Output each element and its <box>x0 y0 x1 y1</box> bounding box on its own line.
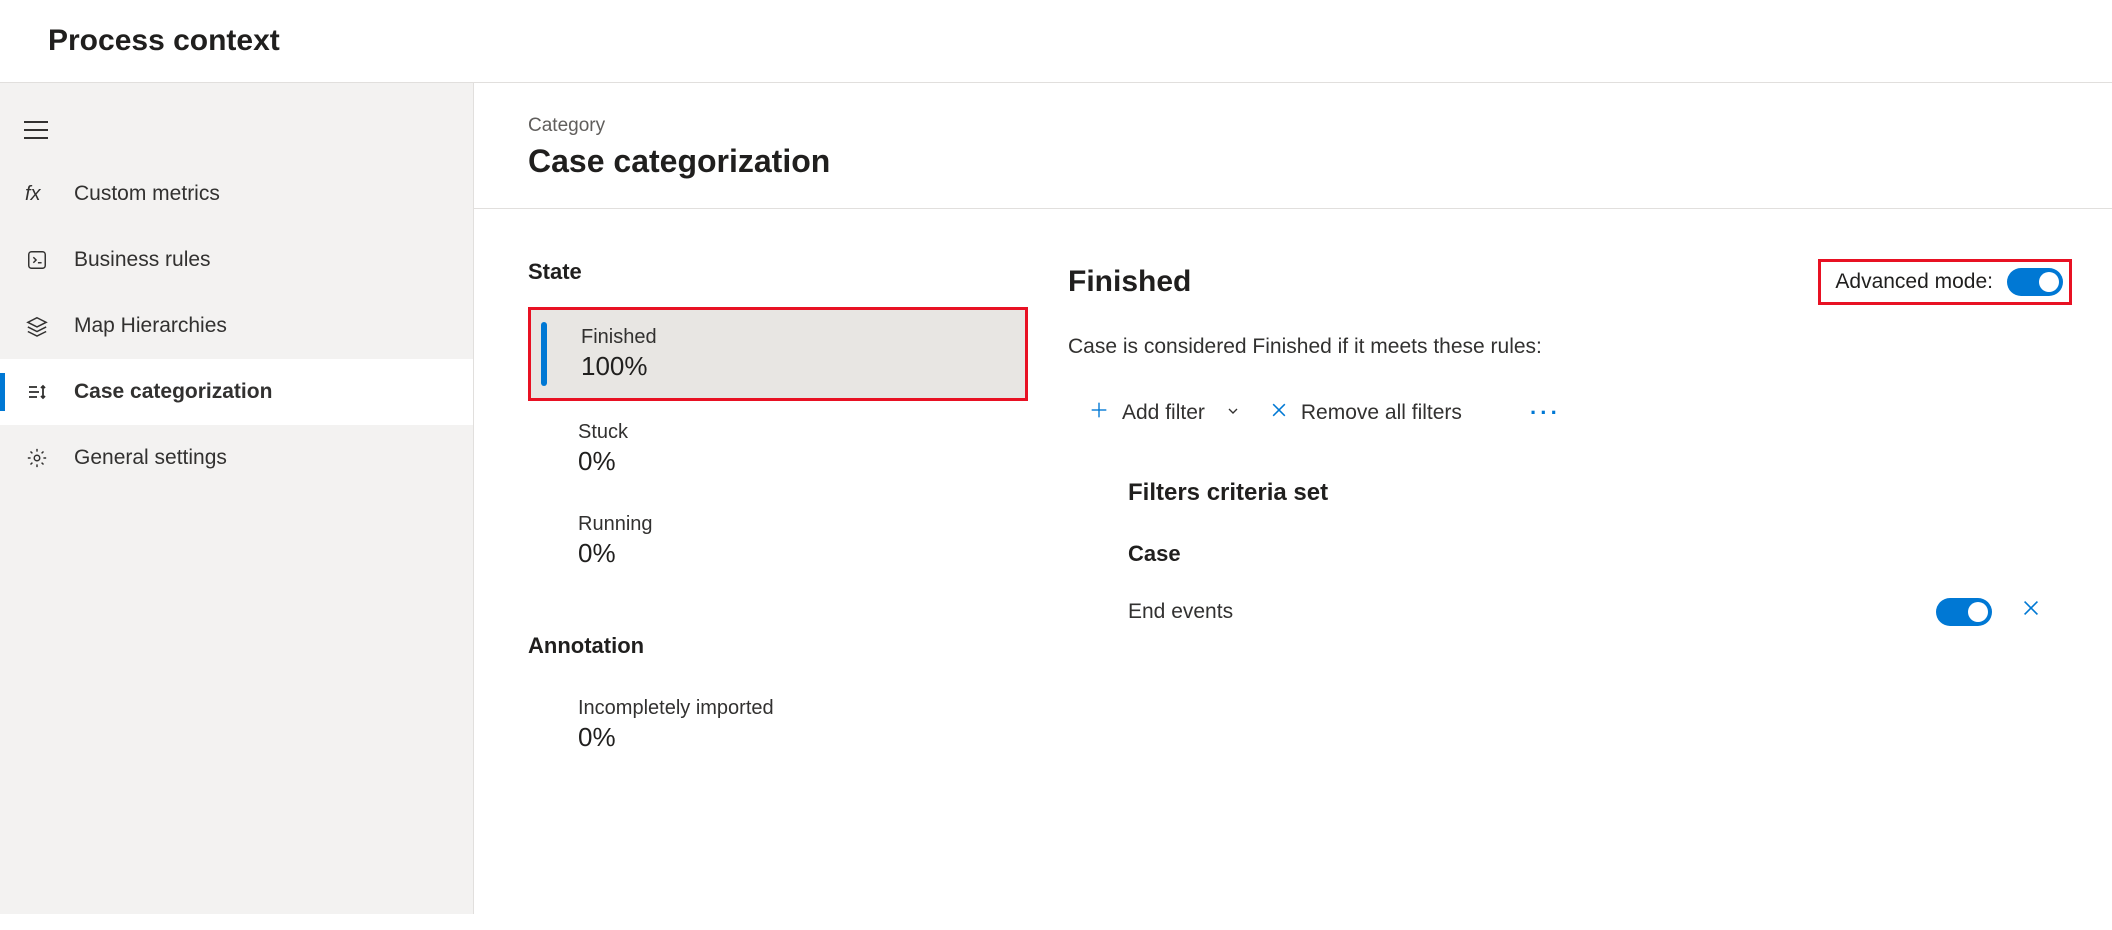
left-panel: State Finished 100% Stuck 0% Running 0% <box>528 259 1028 769</box>
state-name: Stuck <box>578 421 1008 444</box>
state-name: Running <box>578 513 1008 536</box>
fx-icon: fx <box>24 181 50 207</box>
sidebar-item-label: Custom metrics <box>74 182 220 206</box>
sidebar-item-label: General settings <box>74 446 227 470</box>
state-section-title: State <box>528 259 1028 285</box>
state-item-running[interactable]: Running 0% <box>528 497 1028 585</box>
state-list: Finished 100% Stuck 0% Running 0% <box>528 307 1028 585</box>
sidebar-item-general-settings[interactable]: General settings <box>0 425 473 491</box>
plus-icon <box>1088 399 1110 427</box>
hamburger-icon <box>24 121 48 139</box>
filter-controls <box>1936 597 2042 626</box>
filter-row-end-events: End events <box>1068 597 2072 626</box>
layers-icon <box>24 313 50 339</box>
annotation-name: Incompletely imported <box>578 697 1008 720</box>
state-value: 0% <box>578 446 1008 477</box>
sidebar-item-business-rules[interactable]: Business rules <box>0 227 473 293</box>
page-title: Process context <box>48 24 2112 58</box>
sidebar-item-map-hierarchies[interactable]: Map Hierarchies <box>0 293 473 359</box>
remove-all-label: Remove all filters <box>1301 401 1462 425</box>
detail-header: Finished Advanced mode: <box>1068 259 2072 305</box>
category-title: Case categorization <box>528 143 2058 180</box>
svg-text:fx: fx <box>25 183 42 205</box>
rules-icon <box>24 247 50 273</box>
sidebar-item-custom-metrics[interactable]: fx Custom metrics <box>0 161 473 227</box>
toggle-knob <box>2039 272 2059 292</box>
category-label: Category <box>528 115 2058 137</box>
state-name: Finished <box>581 326 1005 349</box>
detail-title: Finished <box>1068 265 1191 299</box>
gear-icon <box>24 445 50 471</box>
state-value: 100% <box>581 351 1005 382</box>
sidebar-item-label: Business rules <box>74 248 211 272</box>
more-options-icon[interactable]: ··· <box>1530 400 1561 426</box>
main-header: Category Case categorization <box>474 83 2112 209</box>
add-filter-button[interactable]: Add filter <box>1088 399 1241 427</box>
criteria-subtitle: Case <box>1068 541 2072 567</box>
remove-all-filters-button[interactable]: Remove all filters <box>1269 400 1462 426</box>
advanced-mode-container: Advanced mode: <box>1818 259 2072 305</box>
categorize-icon <box>24 379 50 405</box>
state-value: 0% <box>578 538 1008 569</box>
criteria-title: Filters criteria set <box>1068 479 2072 507</box>
right-panel: Finished Advanced mode: Case is consider… <box>1028 259 2072 769</box>
toggle-knob <box>1968 602 1988 622</box>
app-header: Process context <box>0 0 2112 83</box>
content-area: fx Custom metrics Business rules <box>0 83 2112 914</box>
sidebar-item-label: Map Hierarchies <box>74 314 227 338</box>
advanced-mode-toggle[interactable] <box>2007 268 2063 296</box>
sidebar-item-case-categorization[interactable]: Case categorization <box>0 359 473 425</box>
close-icon <box>1269 400 1289 426</box>
advanced-mode-label: Advanced mode: <box>1835 270 1993 294</box>
state-item-stuck[interactable]: Stuck 0% <box>528 405 1028 493</box>
detail-description: Case is considered Finished if it meets … <box>1068 335 2072 359</box>
filter-name: End events <box>1128 600 1233 624</box>
add-filter-label: Add filter <box>1122 401 1205 425</box>
main-body: State Finished 100% Stuck 0% Running 0% <box>474 209 2112 809</box>
sidebar-item-label: Case categorization <box>74 380 272 404</box>
state-item-finished[interactable]: Finished 100% <box>528 307 1028 401</box>
main-panel: Category Case categorization State Finis… <box>474 83 2112 914</box>
chevron-down-icon <box>1225 401 1241 425</box>
hamburger-menu[interactable] <box>0 107 473 153</box>
remove-filter-icon[interactable] <box>2020 597 2042 626</box>
annotation-value: 0% <box>578 722 1008 753</box>
annotation-item-incomplete[interactable]: Incompletely imported 0% <box>528 681 1028 769</box>
filter-actions: Add filter <box>1068 399 2072 427</box>
filter-toggle[interactable] <box>1936 598 1992 626</box>
annotation-section-title: Annotation <box>528 633 1028 659</box>
sidebar: fx Custom metrics Business rules <box>0 83 474 914</box>
